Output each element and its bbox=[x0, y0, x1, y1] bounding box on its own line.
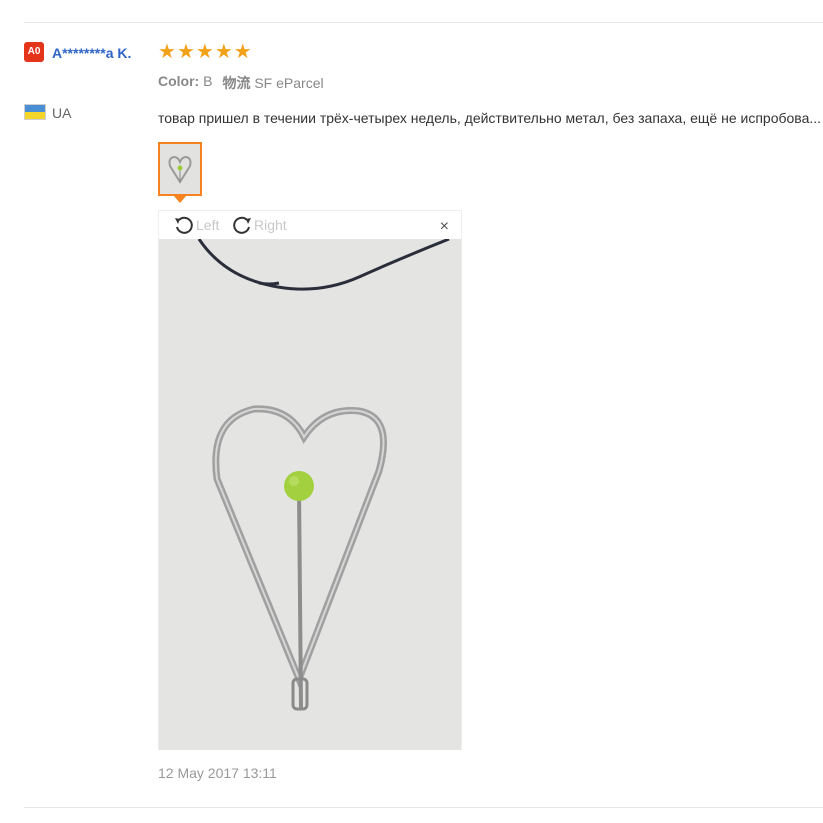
color-attribute: Color: B bbox=[158, 73, 212, 93]
review-date: 12 May 2017 13:11 bbox=[158, 765, 277, 781]
review-meta: Color: B 物流 SF eParcel bbox=[158, 73, 324, 93]
viewer-toolbar: Left Right × bbox=[159, 211, 461, 239]
heart-mold-photo-image bbox=[159, 237, 461, 750]
rotate-right-button[interactable]: Right bbox=[231, 213, 287, 237]
rotate-right-label: Right bbox=[254, 217, 287, 233]
country-flag-icon bbox=[24, 104, 46, 120]
country-code: UA bbox=[52, 105, 72, 121]
thumbnail-pointer bbox=[174, 196, 186, 203]
color-value: B bbox=[203, 73, 213, 89]
review-text: товар пришел в течении трёх-четырех неде… bbox=[158, 110, 822, 126]
heart-mold-thumbnail-image bbox=[160, 144, 200, 194]
shipping-label: 物流 bbox=[222, 75, 251, 91]
bottom-divider bbox=[24, 807, 823, 808]
star-rating: ★ ★ ★ ★ ★ bbox=[158, 41, 252, 63]
photo-viewer: Left Right × bbox=[158, 210, 462, 750]
star-icon: ★ bbox=[195, 41, 214, 63]
review-photo bbox=[159, 237, 461, 750]
star-icon: ★ bbox=[176, 41, 195, 63]
review-photo-thumbnail[interactable] bbox=[158, 142, 202, 196]
shipping-attribute: 物流 SF eParcel bbox=[222, 73, 323, 93]
rotate-left-icon bbox=[175, 216, 193, 234]
star-icon: ★ bbox=[158, 41, 176, 63]
rotate-right-icon bbox=[233, 216, 251, 234]
top-divider bbox=[24, 22, 823, 23]
shipping-value: SF eParcel bbox=[254, 75, 324, 91]
star-icon: ★ bbox=[214, 41, 233, 63]
close-icon[interactable]: × bbox=[440, 217, 449, 237]
level-badge: A0 bbox=[24, 42, 44, 62]
color-label: Color: bbox=[158, 73, 200, 89]
rotate-left-label: Left bbox=[196, 217, 220, 233]
star-icon: ★ bbox=[233, 41, 252, 63]
rotate-left-button[interactable]: Left bbox=[173, 213, 219, 237]
